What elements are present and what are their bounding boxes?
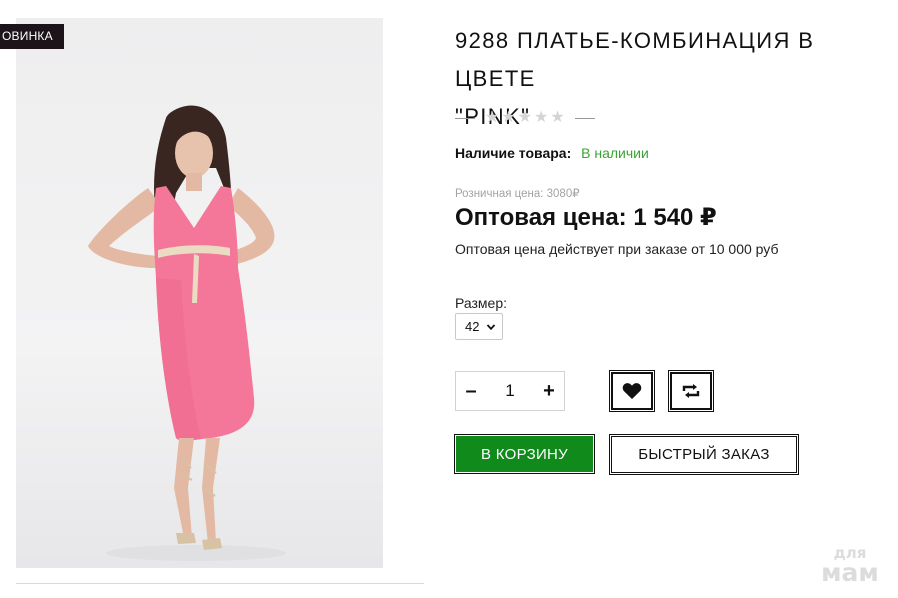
rating[interactable]: ★ ★ ★ ★ ★ — [455, 108, 595, 128]
size-select[interactable]: 42 — [455, 313, 503, 340]
wholesale-note: Оптовая цена действует при заказе от 10 … — [455, 241, 779, 257]
availability-status: В наличии — [581, 145, 649, 161]
heart-icon — [622, 383, 642, 399]
size-label: Размер: — [455, 295, 508, 311]
new-badge: ОВИНКА — [0, 24, 64, 49]
product-photo[interactable] — [16, 18, 383, 568]
star-icon[interactable]: ★ — [501, 110, 515, 126]
wholesale-price: Оптовая цена: 1 540 ₽ — [455, 204, 717, 231]
rating-stars[interactable]: ★ ★ ★ ★ ★ — [485, 110, 565, 126]
favorite-button[interactable] — [609, 370, 655, 412]
rating-divider-right — [574, 117, 595, 119]
add-to-cart-button[interactable]: В КОРЗИНУ — [454, 434, 595, 474]
increment-button[interactable]: + — [534, 372, 564, 410]
model-illustration — [88, 105, 286, 561]
compare-arrows-icon — [682, 384, 700, 398]
chevron-down-icon — [486, 324, 496, 331]
quick-order-button[interactable]: БЫСТРЫЙ ЗАКАЗ — [609, 434, 799, 475]
quantity-stepper[interactable]: – 1 + — [455, 371, 565, 411]
star-icon[interactable]: ★ — [534, 110, 548, 126]
availability-label: Наличие товара: — [455, 145, 572, 161]
star-icon[interactable]: ★ — [485, 110, 499, 126]
compare-button[interactable] — [668, 370, 714, 412]
star-icon[interactable]: ★ — [550, 110, 564, 126]
retail-price: Розничная цена: 3080₽ — [455, 188, 580, 200]
watermark-line2: мам — [821, 558, 879, 587]
availability: Наличие товара: В наличии — [455, 145, 649, 161]
watermark-logo: для мам — [812, 546, 888, 587]
gallery-divider — [16, 583, 424, 584]
star-icon[interactable]: ★ — [518, 110, 532, 126]
quantity-value[interactable]: 1 — [486, 381, 534, 401]
size-value: 42 — [465, 319, 480, 334]
decrement-button[interactable]: – — [456, 372, 486, 410]
rating-divider-left — [455, 117, 475, 119]
